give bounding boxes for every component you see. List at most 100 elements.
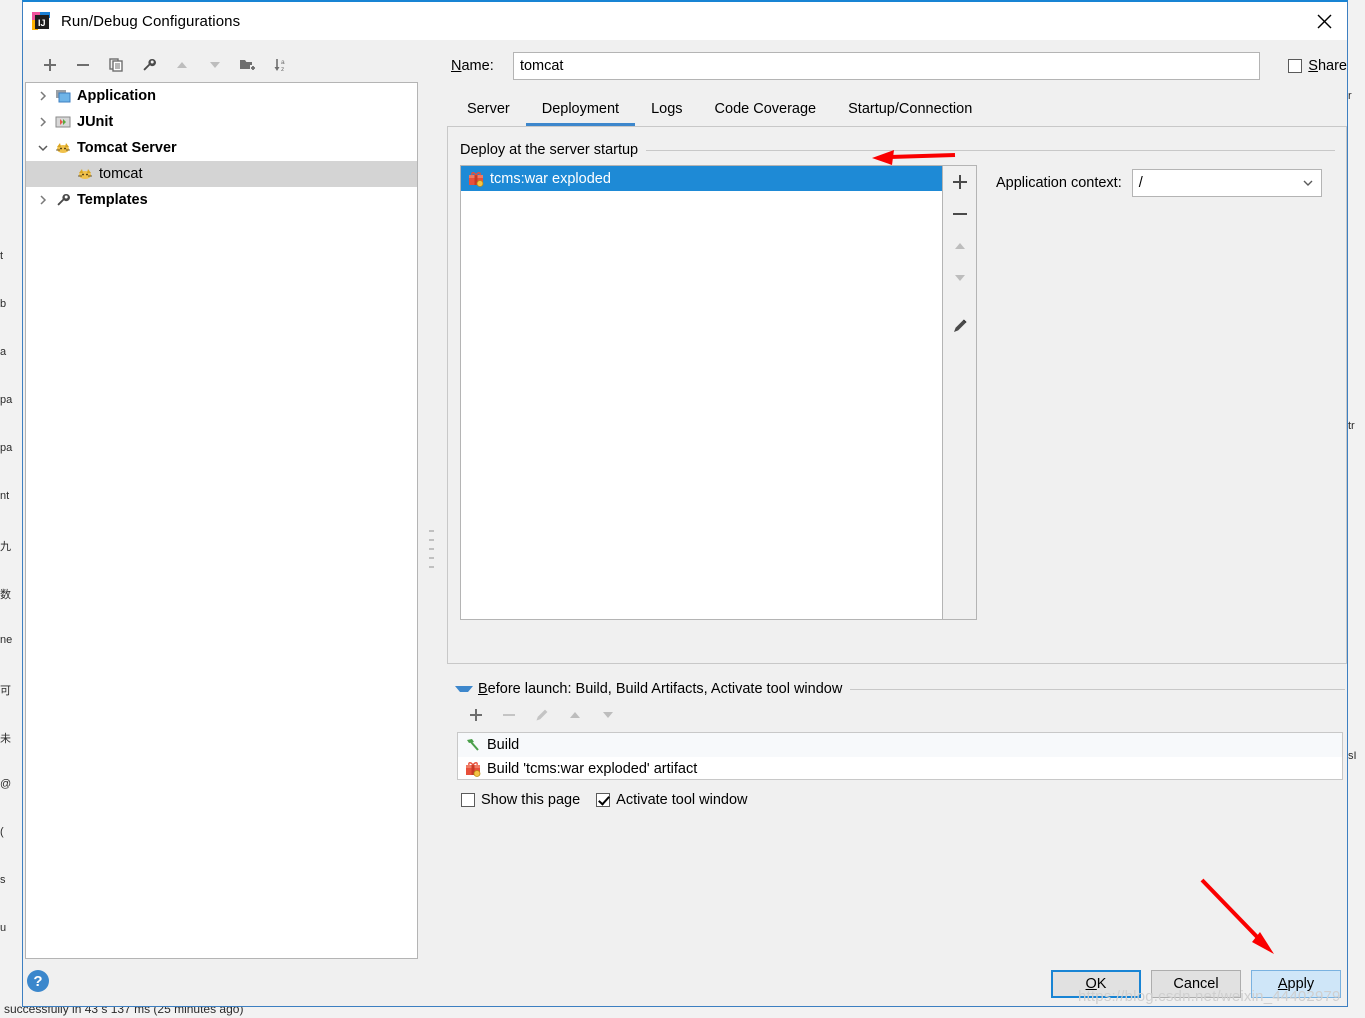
configuration-tabs: Server Deployment Logs Code Coverage Sta… — [451, 90, 988, 126]
tree-item-tomcat[interactable]: tomcat — [26, 161, 417, 187]
move-artifact-up-button[interactable] — [943, 230, 977, 262]
tree-item-application[interactable]: Application — [26, 83, 417, 109]
splitter-grip[interactable] — [429, 530, 434, 568]
chevron-right-icon[interactable] — [32, 83, 54, 109]
name-input[interactable] — [512, 52, 1261, 80]
dialog-body: a z Application JUnit Tomcat Server tomc… — [23, 40, 1347, 960]
tab-server[interactable]: Server — [451, 92, 526, 126]
before-launch-task-list[interactable]: Build Build 'tcms:war exploded' artifact — [457, 732, 1343, 780]
chevron-right-icon[interactable] — [32, 109, 54, 135]
add-configuration-button[interactable] — [33, 52, 66, 78]
tab-logs[interactable]: Logs — [635, 92, 698, 126]
application-context-combobox[interactable]: / — [1131, 169, 1322, 197]
activate-tool-window-label: Activate tool window — [616, 792, 748, 808]
ok-button[interactable]: OK — [1051, 970, 1141, 998]
junit-icon — [54, 113, 72, 131]
artifact-icon — [464, 760, 482, 778]
apply-button[interactable]: Apply — [1251, 970, 1341, 998]
deployment-artifacts-list[interactable]: tcms:war exploded — [460, 165, 943, 620]
background-text-fragment: u — [0, 922, 7, 934]
configuration-editor-pane: Name: Share Server Deployment Logs Code … — [443, 40, 1347, 960]
tab-code-coverage[interactable]: Code Coverage — [699, 92, 833, 126]
share-checkbox-box[interactable] — [1288, 59, 1303, 73]
legend-rule — [850, 688, 1345, 690]
chevron-down-icon[interactable] — [1295, 177, 1321, 189]
move-artifact-down-button[interactable] — [943, 262, 977, 294]
background-text-fragment: pa — [0, 394, 13, 406]
configurations-tree[interactable]: Application JUnit Tomcat Server tomcat T… — [25, 82, 418, 959]
legend-rule — [646, 149, 1335, 151]
triangle-down-icon[interactable] — [455, 686, 473, 692]
deploy-at-startup-legend: Deploy at the server startup — [460, 141, 1335, 159]
remove-task-button[interactable] — [492, 702, 525, 728]
tree-item-junit[interactable]: JUnit — [26, 109, 417, 135]
tree-item-label: JUnit — [77, 114, 114, 130]
wrench-icon — [54, 191, 72, 209]
dialog-titlebar: IJ Run/Debug Configurations — [23, 2, 1347, 40]
background-text-fragment: 可 — [0, 685, 11, 697]
chevron-down-icon[interactable] — [32, 135, 54, 161]
cancel-button[interactable]: Cancel — [1151, 970, 1241, 998]
triangle-down-icon[interactable] — [198, 52, 231, 78]
tomcat-icon — [76, 165, 94, 183]
artifact-list-buttons — [943, 165, 977, 620]
background-editor-left-sliver: t b a pa pa nt 九数 ne 可未 @ (s u — [0, 0, 22, 1018]
task-move-down-button[interactable] — [591, 702, 624, 728]
run-debug-configurations-dialog: IJ Run/Debug Configurations a z Applicat… — [22, 0, 1348, 1007]
list-item[interactable]: tcms:war exploded — [461, 166, 942, 191]
show-this-page-box[interactable] — [461, 793, 475, 807]
pane-splitter[interactable] — [421, 40, 443, 960]
copy-icon[interactable] — [99, 52, 132, 78]
name-row: Name: Share — [451, 52, 1347, 80]
tree-item-label: Templates — [77, 192, 148, 208]
tab-deployment[interactable]: Deployment — [525, 92, 636, 126]
tab-startup-connection[interactable]: Startup/Connection — [832, 92, 988, 126]
activate-tool-window-checkbox[interactable]: Activate tool window — [596, 792, 748, 808]
svg-text:IJ: IJ — [38, 18, 46, 28]
background-text-fragment: ne — [0, 634, 13, 646]
tree-item-templates[interactable]: Templates — [26, 187, 417, 213]
before-launch-legend-label: Before launch: Build, Build Artifacts, A… — [478, 681, 843, 697]
background-text-fragment: sI — [1348, 750, 1357, 762]
deploy-legend-label: Deploy at the server startup — [460, 142, 639, 158]
folder-add-icon[interactable] — [231, 52, 264, 78]
edit-task-button[interactable] — [525, 702, 558, 728]
background-text-fragment: r — [1348, 90, 1352, 102]
background-text-fragment: @ — [0, 778, 12, 790]
close-icon[interactable] — [1301, 2, 1347, 40]
hammer-icon — [464, 736, 482, 754]
wrench-icon[interactable] — [132, 52, 165, 78]
background-text-fragment: s — [0, 874, 6, 886]
share-label: Share — [1308, 58, 1347, 74]
application-context-value: / — [1138, 175, 1143, 191]
help-icon[interactable]: ? — [27, 970, 49, 992]
tree-item-tomcat-server[interactable]: Tomcat Server — [26, 135, 417, 161]
application-context-label: Application context: — [996, 175, 1122, 191]
edit-artifact-button[interactable] — [943, 310, 977, 342]
add-artifact-button[interactable] — [943, 166, 977, 198]
add-task-button[interactable] — [459, 702, 492, 728]
background-text-fragment: a — [0, 346, 7, 358]
sort-az-icon[interactable]: a z — [264, 52, 297, 78]
triangle-up-icon[interactable] — [165, 52, 198, 78]
background-text-fragment: 九 — [0, 541, 11, 553]
background-text-fragment: ( — [0, 826, 4, 838]
background-text-fragment: t — [0, 250, 4, 262]
list-item[interactable]: Build — [458, 733, 1342, 757]
dialog-title: Run/Debug Configurations — [61, 12, 241, 30]
before-launch-legend[interactable]: Before launch: Build, Build Artifacts, A… — [455, 680, 1345, 698]
task-move-up-button[interactable] — [558, 702, 591, 728]
list-item[interactable]: Build 'tcms:war exploded' artifact — [458, 757, 1342, 779]
before-launch-toolbar — [459, 702, 624, 728]
share-checkbox[interactable]: Share — [1288, 58, 1347, 74]
background-text-fragment: nt — [0, 490, 10, 502]
configurations-tree-pane: a z Application JUnit Tomcat Server tomc… — [23, 40, 423, 960]
remove-configuration-button[interactable] — [66, 52, 99, 78]
chevron-right-icon[interactable] — [32, 187, 54, 213]
show-this-page-checkbox[interactable]: Show this page — [461, 792, 580, 808]
remove-artifact-button[interactable] — [943, 198, 977, 230]
activate-tool-window-box[interactable] — [596, 793, 611, 807]
list-item-label: tcms:war exploded — [490, 170, 611, 187]
